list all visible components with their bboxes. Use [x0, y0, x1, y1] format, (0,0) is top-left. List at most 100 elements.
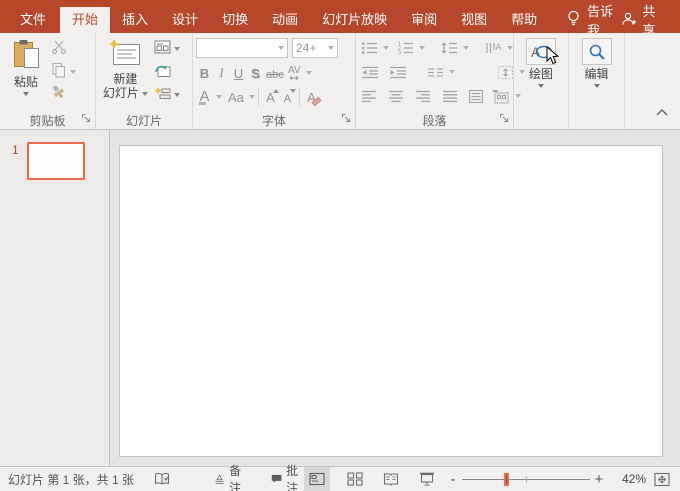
distribute-text-icon: [469, 89, 483, 103]
tab-slideshow[interactable]: 幻灯片放映: [310, 7, 399, 33]
copy-icon: [51, 62, 67, 83]
columns-button[interactable]: [425, 62, 446, 82]
strikethrough-button[interactable]: abc: [264, 63, 286, 83]
slide-layout-button[interactable]: [152, 39, 189, 59]
distribute-text-button[interactable]: [466, 86, 486, 106]
cut-button[interactable]: [49, 39, 91, 59]
tab-design[interactable]: 设计: [160, 7, 210, 33]
slide-sorter-icon: [347, 472, 363, 486]
line-spacing-button[interactable]: [439, 38, 460, 58]
clipboard-dialog-launcher[interactable]: [81, 112, 91, 126]
notes-button[interactable]: 备注: [214, 462, 247, 491]
collapse-ribbon-button[interactable]: [656, 103, 668, 121]
paragraph-dialog-launcher[interactable]: [499, 112, 509, 126]
new-slide-button[interactable]: 新建 幻灯片: [99, 37, 152, 111]
slide-number: 1: [12, 143, 19, 157]
ribbon-tab-bar: 文件 开始 插入 设计 切换 动画 幻灯片放映 审阅 视图 帮助 告诉我 共享: [0, 0, 680, 38]
section-dropdown-arrow: [173, 92, 180, 97]
share-button[interactable]: 共享: [621, 4, 664, 38]
decrease-indent-icon: [362, 66, 378, 78]
svg-text:A: A: [496, 42, 502, 52]
columns-dropdown-arrow: [449, 69, 455, 74]
fit-slide-to-window-button[interactable]: [654, 472, 670, 487]
font-dialog-launcher[interactable]: [341, 112, 351, 126]
clear-formatting-button[interactable]: A: [303, 87, 322, 107]
comments-button[interactable]: 批注: [271, 462, 304, 491]
copy-button[interactable]: [49, 62, 91, 82]
reset-slide-button[interactable]: [152, 62, 189, 82]
zoom-slider-thumb[interactable]: [504, 473, 510, 486]
numbering-icon: 123: [398, 42, 413, 55]
drawing-button[interactable]: A 绘图: [517, 37, 565, 111]
font-name-combo[interactable]: [196, 38, 288, 58]
bullets-button[interactable]: [359, 38, 380, 58]
align-center-button[interactable]: [386, 86, 406, 106]
ribbon-group-drawing: A 绘图: [514, 33, 569, 129]
tab-review[interactable]: 审阅: [399, 7, 449, 33]
tab-transitions[interactable]: 切换: [210, 7, 260, 33]
numbering-button[interactable]: 123: [395, 38, 416, 58]
section-icon: [154, 86, 171, 105]
align-center-icon: [389, 90, 403, 102]
justify-button[interactable]: [440, 86, 460, 106]
align-right-button[interactable]: [413, 86, 433, 106]
font-size-combo[interactable]: 24+: [292, 38, 338, 58]
align-left-icon: [362, 90, 376, 102]
zoom-slider-tick: [526, 476, 527, 483]
zoom-level[interactable]: 42%: [612, 472, 646, 486]
spell-check-icon: [154, 472, 170, 485]
format-painter-button[interactable]: [49, 85, 91, 105]
editing-dropdown-arrow: [593, 84, 600, 88]
align-text-icon: [498, 65, 513, 79]
slide-thumbnail-row: 1: [0, 130, 109, 180]
character-spacing-button[interactable]: AV: [286, 63, 303, 83]
tab-home[interactable]: 开始: [60, 7, 111, 33]
ribbon-group-slides: 新建 幻灯片 幻灯片: [96, 33, 193, 129]
paragraph-group-label: 段落: [422, 113, 447, 128]
shrink-font-button[interactable]: A: [279, 87, 296, 107]
bold-button[interactable]: B: [196, 63, 213, 83]
normal-view-button[interactable]: [304, 466, 330, 491]
paste-button[interactable]: 粘贴: [3, 37, 49, 111]
font-color-button[interactable]: A: [196, 87, 213, 107]
justify-icon: [443, 90, 457, 102]
slide-sorter-view-button[interactable]: [342, 467, 368, 491]
spacing-arrows-icon: [289, 75, 299, 80]
increase-indent-button[interactable]: [387, 62, 409, 82]
columns-icon: [428, 67, 443, 77]
zoom-slider[interactable]: [462, 472, 590, 486]
reading-view-button[interactable]: [378, 467, 404, 491]
tab-animations[interactable]: 动画: [260, 7, 310, 33]
slide-canvas[interactable]: [119, 145, 663, 457]
tell-me-button[interactable]: 告诉我: [567, 4, 620, 38]
convert-smartart-button[interactable]: [490, 86, 512, 106]
underline-button[interactable]: U: [230, 63, 247, 83]
align-left-button[interactable]: [359, 86, 379, 106]
spell-check-button[interactable]: [154, 472, 170, 486]
zoom-out-button[interactable]: -: [446, 471, 460, 488]
zoom-in-button[interactable]: +: [592, 471, 606, 488]
ribbon-group-paragraph: 123 A 段落: [356, 33, 525, 129]
new-slide-label-line1: 新建: [113, 72, 138, 86]
status-bar: 幻灯片 第 1 张，共 1 张 备注 批注 - + 42%: [0, 464, 680, 491]
change-case-button[interactable]: Aa: [226, 87, 246, 107]
grow-font-button[interactable]: A: [262, 87, 279, 107]
text-direction-dropdown-arrow: [507, 45, 513, 50]
font-color-dropdown-arrow: [216, 94, 222, 99]
change-case-dropdown-arrow: [248, 94, 255, 99]
italic-button[interactable]: I: [213, 63, 230, 83]
align-text-button[interactable]: [495, 62, 516, 82]
text-direction-button[interactable]: A: [483, 38, 504, 58]
text-shadow-button[interactable]: S: [247, 63, 264, 83]
section-button[interactable]: [152, 85, 189, 105]
slide-show-button[interactable]: [414, 467, 440, 491]
tab-view[interactable]: 视图: [449, 7, 499, 33]
tab-insert[interactable]: 插入: [110, 7, 160, 33]
tab-file[interactable]: 文件: [6, 7, 60, 33]
slide-thumbnail-1[interactable]: [26, 142, 85, 180]
smartart-icon: [493, 89, 509, 103]
decrease-indent-button[interactable]: [359, 62, 381, 82]
editing-button[interactable]: 编辑: [573, 37, 621, 111]
slide-thumbnail-panel: 1: [0, 130, 110, 466]
tab-help[interactable]: 帮助: [499, 7, 549, 33]
